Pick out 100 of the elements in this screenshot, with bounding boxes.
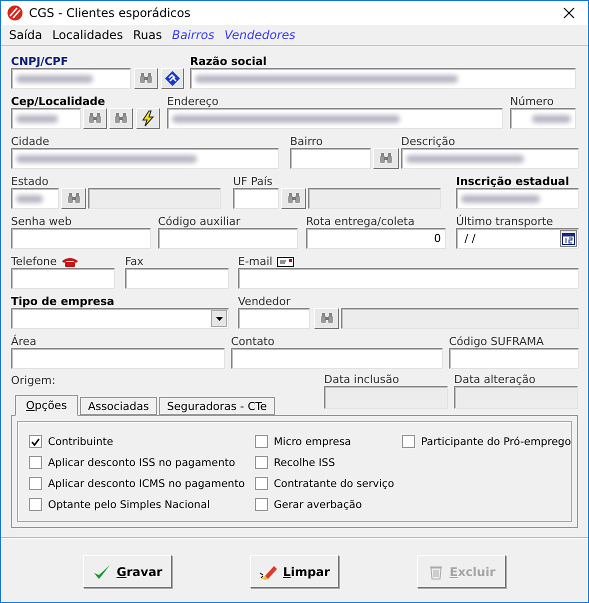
checkbox-label: Micro empresa — [274, 436, 352, 448]
field-label: Vendedor — [238, 295, 290, 308]
input-field[interactable] — [456, 188, 579, 209]
field-label: UF País — [233, 175, 273, 188]
input-field[interactable] — [11, 228, 151, 249]
input-field[interactable] — [290, 148, 371, 169]
checkbox[interactable] — [254, 477, 268, 490]
binoculars-icon — [114, 113, 128, 124]
input-field[interactable] — [158, 228, 298, 249]
checkbox-label: Aplicar desconto ISS no pagamento — [48, 456, 236, 468]
input-field[interactable] — [11, 268, 115, 289]
field-label: Tipo de empresa — [11, 295, 114, 308]
checkbox-label: Contribuinte — [48, 436, 114, 448]
checkbox[interactable] — [29, 456, 42, 469]
field-label: Contato — [231, 335, 274, 348]
tab[interactable]: Seguradoras - CTe — [158, 397, 275, 415]
origin-label: Origem: — [11, 374, 56, 387]
checkbox-label: Recolhe ISS — [274, 456, 335, 468]
field-label: Código auxiliar — [158, 215, 240, 228]
binoculars-icon — [88, 113, 102, 124]
binoculars-icon — [286, 193, 300, 204]
field-label: Último transporte — [456, 215, 554, 228]
menu-item[interactable]: Saída — [9, 28, 42, 42]
input-field[interactable] — [238, 308, 310, 329]
save-button[interactable]: Gravar — [83, 555, 172, 588]
field-label: E-mail — [238, 255, 272, 268]
field-label: Data alteração — [454, 373, 536, 386]
tab[interactable]: Opções — [15, 395, 78, 416]
input-field[interactable] — [11, 348, 225, 369]
search-button[interactable] — [134, 68, 158, 89]
checkbox-label: Optante pelo Simples Nacional — [48, 498, 210, 510]
field-label: Estado — [11, 175, 48, 188]
search-button[interactable] — [83, 108, 107, 129]
search-button[interactable] — [109, 108, 133, 129]
search-button[interactable] — [281, 188, 306, 209]
binoculars-icon — [379, 153, 393, 164]
input-field[interactable] — [233, 188, 279, 209]
field-label: Fax — [125, 255, 144, 268]
menu-item[interactable]: Localidades — [52, 28, 123, 42]
checkbox[interactable] — [254, 435, 268, 448]
field-label: Data inclusão — [324, 373, 400, 386]
binoculars-icon — [139, 73, 153, 84]
field-label: Rota entrega/coleta — [306, 215, 415, 228]
menu-item[interactable]: Ruas — [132, 28, 162, 42]
shortcut-link[interactable]: Vendedores — [224, 28, 296, 42]
search-button[interactable] — [61, 188, 86, 209]
input-field[interactable] — [449, 348, 579, 369]
close-icon — [563, 7, 575, 19]
date-field[interactable]: / / — [456, 228, 579, 249]
checkbox-label: Participante do Pró-emprego — [420, 436, 571, 448]
field-label: Endereço — [167, 95, 218, 108]
trash-icon — [428, 564, 444, 580]
checkbox[interactable] — [402, 435, 415, 448]
search-button[interactable] — [373, 148, 399, 169]
lookup-web-button[interactable] — [161, 68, 184, 89]
eraser-icon — [259, 564, 278, 580]
input-field[interactable] — [238, 268, 579, 289]
lightning-button[interactable] — [136, 108, 160, 129]
field-label: Número — [510, 95, 554, 108]
tab[interactable]: Associadas — [80, 397, 157, 415]
search-button[interactable] — [314, 308, 339, 329]
checkbox[interactable] — [254, 456, 268, 469]
checkbox-label: Aplicar desconto ICMS no pagamento — [48, 478, 245, 490]
binoculars-icon — [66, 193, 80, 204]
input-field[interactable] — [11, 68, 131, 89]
field-label: Cep/Localidade — [11, 95, 106, 108]
lightning-icon — [141, 110, 155, 127]
input-field[interactable]: 0 — [306, 228, 446, 249]
clear-button[interactable]: Limpar — [250, 555, 339, 588]
checkbox[interactable] — [254, 498, 268, 511]
field-label: Razão social — [190, 55, 267, 68]
input-field[interactable] — [190, 68, 576, 89]
checkbox[interactable] — [29, 435, 42, 448]
binoculars-icon — [320, 313, 334, 324]
calendar-icon[interactable] — [560, 230, 577, 247]
field-label: Área — [11, 335, 36, 348]
field-label: Cidade — [11, 135, 50, 148]
input-field[interactable] — [11, 188, 59, 209]
field-label: Inscrição estadual — [456, 175, 570, 188]
checkbox-label: Contratante do serviço — [274, 478, 394, 490]
checkbox[interactable] — [29, 477, 42, 490]
diamond-logo-icon — [164, 70, 181, 87]
field-label: CNPJ/CPF — [11, 55, 68, 68]
checkbox[interactable] — [29, 498, 42, 511]
input-field[interactable] — [510, 108, 576, 129]
telephone-icon — [60, 256, 79, 266]
app-logo-icon — [7, 5, 23, 21]
field-label: Código SUFRAMA — [449, 335, 544, 348]
input-field[interactable] — [401, 148, 579, 169]
input-field[interactable] — [11, 148, 279, 169]
window-title: CGS - Clientes esporádicos — [29, 6, 192, 20]
input-field[interactable] — [125, 268, 229, 289]
checkmark-icon — [92, 564, 111, 580]
input-field[interactable] — [11, 108, 81, 129]
checkbox-label: Gerar averbação — [274, 498, 362, 510]
field-label: Descrição — [401, 135, 456, 148]
input-field[interactable] — [167, 108, 503, 129]
input-field[interactable] — [231, 348, 443, 369]
shortcut-link[interactable]: Bairros — [172, 28, 214, 42]
field-label: Bairro — [290, 135, 323, 148]
